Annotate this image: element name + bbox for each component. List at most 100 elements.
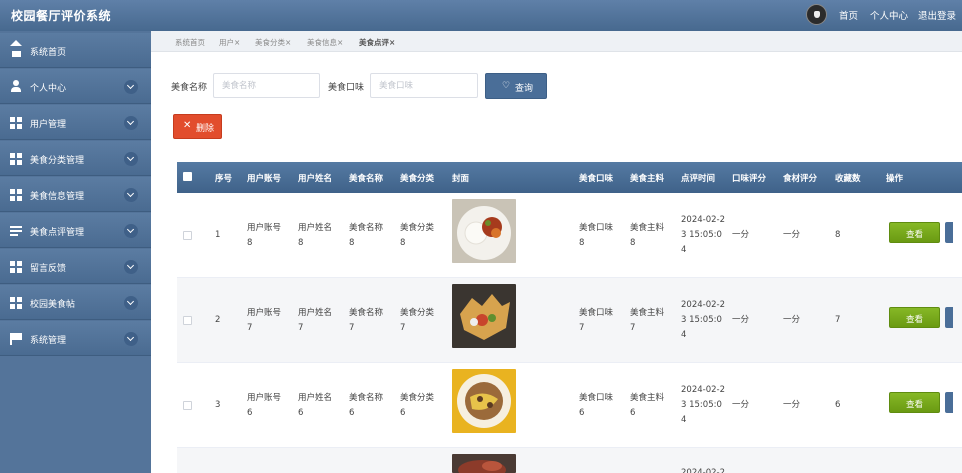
- th-time: 点评时间: [681, 174, 716, 184]
- sidebar-item-users[interactable]: 用户管理: [0, 105, 151, 140]
- sidebar-item-food-posts[interactable]: 校园美食帖: [0, 285, 151, 320]
- chevron-down-icon[interactable]: [124, 260, 138, 274]
- delete-button-label: 删除: [196, 124, 215, 134]
- cell-account: 用户账号 6: [247, 391, 281, 421]
- food-taste-input[interactable]: [370, 73, 478, 98]
- tab-home[interactable]: 系统首页: [175, 37, 205, 48]
- food-cover-image[interactable]: [452, 199, 516, 263]
- home-icon: [10, 40, 22, 46]
- view-button-label: 查看: [905, 315, 923, 325]
- table-row[interactable]: 1 用户账号 8 用户姓名 8 美食名称 8 美食分类 8 美食口味 8 美食主料 8 20…: [177, 193, 962, 278]
- table-header: 序号 用户账号 用户姓名 美食名称 美食分类 封面 美食口味 美食主料 点评时间…: [177, 162, 962, 193]
- food-taste-label: 美食口味: [328, 83, 365, 93]
- row-checkbox[interactable]: [183, 231, 192, 240]
- sidebar-item-system[interactable]: 系统管理: [0, 321, 151, 356]
- cell-taste: 美食口味 8: [579, 221, 613, 251]
- th-taste: 美食口味: [579, 174, 614, 184]
- chevron-down-icon[interactable]: [124, 188, 138, 202]
- cell-name: 用户姓名 8: [298, 221, 332, 251]
- view-button-label: 查看: [905, 230, 923, 240]
- tab-food-review[interactable]: 美食点评×: [359, 37, 395, 48]
- list-icon: [10, 225, 23, 237]
- delete-button[interactable]: ✕ 删除: [173, 114, 222, 139]
- row-checkbox[interactable]: [183, 401, 192, 410]
- app-title: 校园餐厅评价系统: [11, 9, 112, 23]
- cell-line: 7: [298, 323, 304, 333]
- food-cover-image[interactable]: [452, 369, 516, 433]
- cell-line: 用户账号: [247, 223, 282, 233]
- cell-line: 7: [349, 323, 355, 333]
- chevron-down-icon[interactable]: [124, 224, 138, 238]
- cell-category: 美食分类 8: [400, 221, 434, 251]
- cell-line: 2024-02-2: [681, 215, 725, 225]
- query-button[interactable]: ♡ 查询: [485, 73, 547, 99]
- cell-line: 8: [579, 238, 585, 248]
- grid-icon: [10, 153, 23, 165]
- chevron-down-icon[interactable]: [124, 152, 138, 166]
- sidebar-item-food-info[interactable]: 美食信息管理: [0, 177, 151, 212]
- cell-taste: 美食口味 6: [579, 391, 613, 421]
- food-name-input[interactable]: [213, 73, 320, 98]
- chevron-down-icon[interactable]: [124, 80, 138, 94]
- chevron-down-icon[interactable]: [124, 116, 138, 130]
- select-all-checkbox[interactable]: [183, 172, 192, 181]
- edit-button[interactable]: [945, 392, 953, 413]
- cell-taste: 美食口味 7: [579, 306, 613, 336]
- avatar[interactable]: [806, 4, 827, 25]
- table-row[interactable]: 2 用户账号 7 用户姓名 7 美食名称 7 美食分类 7 美食口味 7 美食主料 7 20…: [177, 278, 962, 363]
- edit-button[interactable]: [945, 307, 953, 328]
- cell-line: 美食主料: [630, 223, 665, 233]
- view-button[interactable]: 查看: [889, 222, 940, 243]
- cell-line: 6: [349, 408, 355, 418]
- th-category: 美食分类: [400, 174, 435, 184]
- chevron-down-icon[interactable]: [124, 332, 138, 346]
- sidebar-item-label: 美食分类管理: [30, 156, 85, 166]
- cell-account: 用户账号 8: [247, 221, 281, 251]
- sidebar-item-feedback[interactable]: 留言反馈: [0, 249, 151, 284]
- tab-food-info[interactable]: 美食信息×: [307, 37, 343, 48]
- cell-line: 7: [630, 323, 636, 333]
- table-row[interactable]: 2024-02-2: [177, 448, 962, 473]
- view-button[interactable]: 查看: [889, 392, 940, 413]
- cell-line: 6: [247, 408, 253, 418]
- row-checkbox[interactable]: [183, 316, 192, 325]
- top-bar: 校园餐厅评价系统 首页 个人中心 退出登录: [0, 0, 962, 31]
- sidebar-item-food-category[interactable]: 美食分类管理: [0, 141, 151, 176]
- cell-favorites: 6: [835, 400, 841, 410]
- sidebar-item-food-review[interactable]: 美食点评管理: [0, 213, 151, 248]
- cell-line: 美食分类: [400, 393, 435, 403]
- nav-home-link[interactable]: 首页: [839, 8, 858, 22]
- tab-users[interactable]: 用户×: [219, 37, 240, 48]
- cell-line: 3 15:05:0: [681, 400, 722, 410]
- cell-time: 2024-02-2 3 15:05:0 4: [681, 213, 725, 258]
- sidebar-item-label: 留言反馈: [30, 264, 67, 274]
- grid-icon: [10, 189, 23, 201]
- cell-line: 2024-02-2: [681, 300, 725, 310]
- cell-line: 6: [630, 408, 636, 418]
- table-row[interactable]: 3 用户账号 6 用户姓名 6 美食名称 6 美食分类 6 美食口味 6 美食主料 6 20…: [177, 363, 962, 448]
- nav-logout-link[interactable]: 退出登录: [918, 8, 956, 22]
- cell-line: 美食主料: [630, 308, 665, 318]
- grid-icon: [10, 261, 23, 273]
- grid-icon: [10, 117, 23, 129]
- sidebar-item-home[interactable]: 系统首页: [0, 33, 151, 68]
- nav-profile-link[interactable]: 个人中心: [870, 8, 908, 22]
- food-cover-image[interactable]: [452, 284, 516, 348]
- food-cover-image[interactable]: [452, 454, 516, 473]
- view-button[interactable]: 查看: [889, 307, 940, 328]
- home-icon-base: [12, 51, 21, 57]
- cell-name: 用户姓名 6: [298, 391, 332, 421]
- cell-line: 6: [298, 408, 304, 418]
- chevron-down-icon[interactable]: [124, 296, 138, 310]
- sidebar-item-profile[interactable]: 个人中心: [0, 69, 151, 104]
- cell-line: 美食分类: [400, 308, 435, 318]
- cell-index: 2: [215, 315, 221, 325]
- tab-food-category[interactable]: 美食分类×: [255, 37, 291, 48]
- edit-button[interactable]: [945, 222, 953, 243]
- cell-line: 3 15:05:0: [681, 230, 722, 240]
- cell-food: 美食名称 8: [349, 221, 383, 251]
- cell-line: 美食主料: [630, 393, 665, 403]
- th-ingredient: 美食主料: [630, 174, 665, 184]
- cell-time: 2024-02-2: [681, 468, 725, 473]
- heart-icon: ♡: [502, 81, 511, 91]
